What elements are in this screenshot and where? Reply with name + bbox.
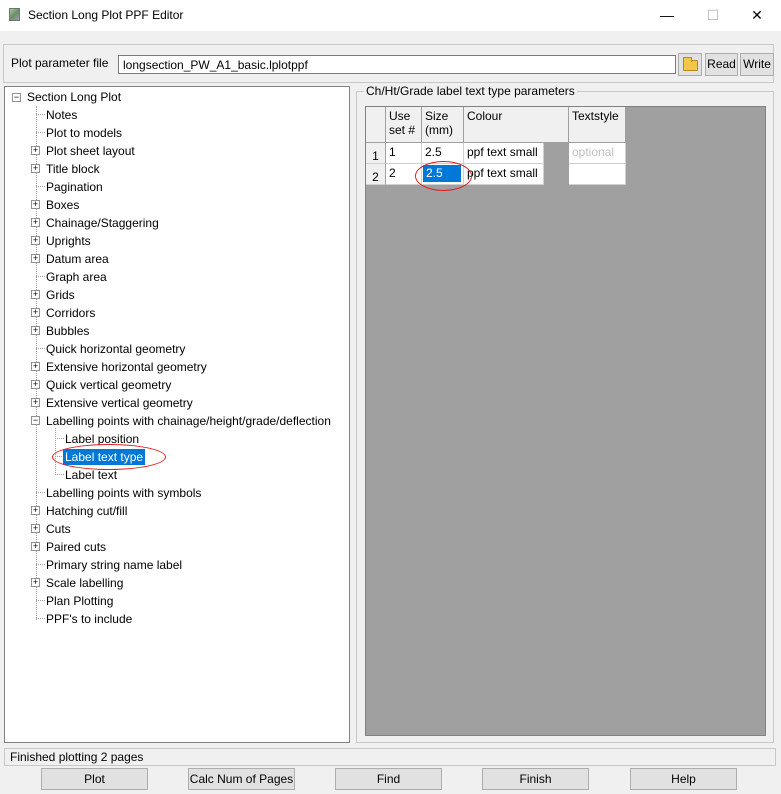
tree-item-extensive-horizontal-geometry[interactable]: Extensive horizontal geometry <box>46 359 207 375</box>
expand-icon[interactable]: + <box>31 380 40 389</box>
tree-item-title-block[interactable]: Title block <box>46 161 100 177</box>
tree-item-graph-area[interactable]: Graph area <box>46 269 107 285</box>
close-button[interactable]: ✕ <box>746 5 768 25</box>
cell-textstyle[interactable]: optional <box>569 143 626 164</box>
parameters-grid[interactable]: Use set # Size (mm) Colour Textstyle 1 1… <box>365 106 766 736</box>
tree-item-chainage-staggering[interactable]: Chainage/Staggering <box>46 215 159 231</box>
plot-parameter-file-label: Plot parameter file <box>11 56 109 70</box>
annotation-highlight <box>415 161 472 191</box>
cell-colour[interactable]: ppf text small <box>464 143 544 164</box>
colour-picker-button[interactable] <box>544 143 565 163</box>
tree-item-paired-cuts[interactable]: Paired cuts <box>46 539 106 555</box>
expand-icon[interactable]: + <box>31 326 40 335</box>
status-bar: Finished plotting 2 pages <box>4 748 776 766</box>
tree-item-quick-vertical-geometry[interactable]: Quick vertical geometry <box>46 377 171 393</box>
tree-item-corridors[interactable]: Corridors <box>46 305 95 321</box>
tree-root-section-long-plot[interactable]: Section Long Plot <box>27 89 121 105</box>
header-colour[interactable]: Colour <box>464 107 569 143</box>
minimize-button[interactable]: — <box>656 5 678 25</box>
textstyle-placeholder: optional <box>572 145 615 159</box>
expand-icon[interactable]: + <box>31 524 40 533</box>
tree-item-ppfs-to-include[interactable]: PPF's to include <box>46 611 132 627</box>
ppf-tree[interactable]: − Section Long Plot Notes Plot to models… <box>4 86 350 743</box>
expand-icon[interactable]: + <box>31 146 40 155</box>
help-button[interactable]: Help <box>630 768 737 790</box>
expand-icon[interactable]: + <box>31 236 40 245</box>
calc-num-pages-button[interactable]: Calc Num of Pages <box>188 768 295 790</box>
browse-file-button[interactable] <box>678 53 702 76</box>
grid-corner <box>366 107 386 143</box>
tree-item-grids[interactable]: Grids <box>46 287 75 303</box>
maximize-button[interactable]: ☐ <box>702 5 724 25</box>
tree-item-extensive-vertical-geometry[interactable]: Extensive vertical geometry <box>46 395 193 411</box>
expand-icon[interactable]: + <box>31 506 40 515</box>
app-icon <box>9 8 20 21</box>
expand-icon[interactable]: + <box>31 290 40 299</box>
header-size[interactable]: Size (mm) <box>422 107 464 143</box>
cell-textstyle[interactable] <box>569 164 626 185</box>
tree-item-uprights[interactable]: Uprights <box>46 233 91 249</box>
finish-button[interactable]: Finish <box>482 768 589 790</box>
title-bar: Section Long Plot PPF Editor — ☐ ✕ <box>0 0 781 31</box>
window-title: Section Long Plot PPF Editor <box>28 8 184 22</box>
header-textstyle[interactable]: Textstyle <box>569 107 626 143</box>
tree-item-pagination[interactable]: Pagination <box>46 179 103 195</box>
cell-colour[interactable]: ppf text small <box>464 164 544 185</box>
tree-item-plan-plotting[interactable]: Plan Plotting <box>46 593 113 609</box>
colour-picker-button[interactable] <box>544 164 565 184</box>
plot-parameter-file-panel: Plot parameter file Read Write <box>3 44 774 83</box>
tree-item-primary-string-name-label[interactable]: Primary string name label <box>46 557 182 573</box>
tree-item-bubbles[interactable]: Bubbles <box>46 323 89 339</box>
tree-item-cuts[interactable]: Cuts <box>46 521 71 537</box>
expand-icon[interactable]: + <box>31 218 40 227</box>
parameters-group-title: Ch/Ht/Grade label text type parameters <box>364 84 577 98</box>
expand-icon[interactable]: + <box>31 362 40 371</box>
tree-item-plot-sheet-layout[interactable]: Plot sheet layout <box>46 143 135 159</box>
tree-item-plot-to-models[interactable]: Plot to models <box>46 125 122 141</box>
tree-item-labelling-points-symbols[interactable]: Labelling points with symbols <box>46 485 201 501</box>
cell-use-set[interactable]: 1 <box>386 143 422 164</box>
folder-icon <box>683 57 698 71</box>
expand-icon[interactable]: + <box>31 542 40 551</box>
collapse-icon[interactable]: − <box>31 416 40 425</box>
row-header[interactable]: 1 <box>366 143 386 164</box>
row-header[interactable]: 2 <box>366 164 386 185</box>
expand-icon[interactable]: + <box>31 578 40 587</box>
expand-icon[interactable]: + <box>31 308 40 317</box>
collapse-icon[interactable]: − <box>12 93 21 102</box>
expand-icon[interactable]: + <box>31 254 40 263</box>
plot-button[interactable]: Plot <box>41 768 148 790</box>
tree-item-notes[interactable]: Notes <box>46 107 77 123</box>
expand-icon[interactable]: + <box>31 200 40 209</box>
tree-item-hatching-cut-fill[interactable]: Hatching cut/fill <box>46 503 127 519</box>
plot-parameter-file-input[interactable] <box>118 55 676 74</box>
tree-item-label-text[interactable]: Label text <box>65 467 117 483</box>
tree-item-boxes[interactable]: Boxes <box>46 197 79 213</box>
tree-item-scale-labelling[interactable]: Scale labelling <box>46 575 123 591</box>
write-button[interactable]: Write <box>740 53 774 76</box>
tree-item-labelling-points-chainage[interactable]: Labelling points with chainage/height/gr… <box>46 413 331 429</box>
read-button[interactable]: Read <box>705 53 738 76</box>
header-use-set[interactable]: Use set # <box>386 107 422 143</box>
tree-item-datum-area[interactable]: Datum area <box>46 251 109 267</box>
expand-icon[interactable]: + <box>31 398 40 407</box>
find-button[interactable]: Find <box>335 768 442 790</box>
expand-icon[interactable]: + <box>31 164 40 173</box>
tree-item-quick-horizontal-geometry[interactable]: Quick horizontal geometry <box>46 341 185 357</box>
